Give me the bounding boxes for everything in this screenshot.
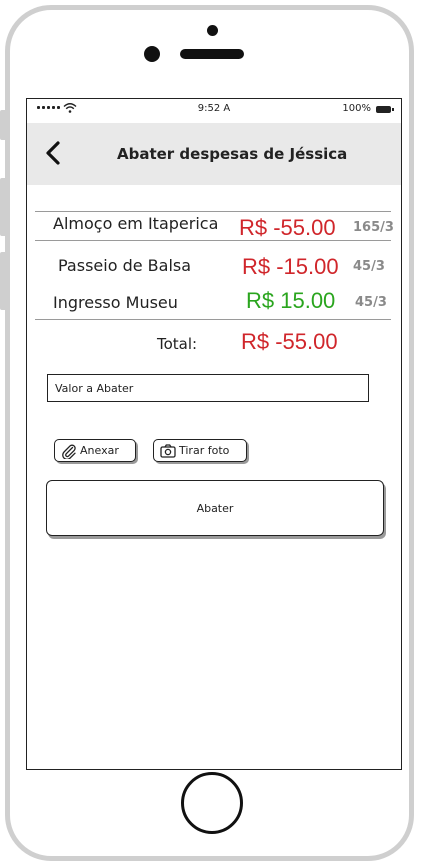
total-label: Total: xyxy=(157,335,198,353)
amount-input[interactable] xyxy=(47,374,369,402)
list-divider xyxy=(35,211,391,212)
expense-value: R$ 15.00 xyxy=(246,288,336,313)
home-button[interactable] xyxy=(181,772,243,834)
expense-name: Almoço em Itaperica xyxy=(53,214,219,233)
page-title: Abater despesas de Jéssica xyxy=(117,145,348,163)
submit-button-label: Abater xyxy=(196,501,234,515)
earpiece-speaker xyxy=(180,49,244,59)
take-photo-button[interactable]: Tirar foto xyxy=(153,439,247,462)
expense-split: 45/3 xyxy=(355,295,387,310)
mute-switch xyxy=(0,110,6,140)
camera-icon xyxy=(160,443,176,458)
list-divider xyxy=(35,319,391,320)
volume-up-button xyxy=(0,178,6,236)
status-bar: 9:52 A 100% xyxy=(27,99,401,123)
chevron-left-icon[interactable] xyxy=(43,140,65,166)
attach-button-label: Anexar xyxy=(80,444,119,457)
list-divider xyxy=(35,240,391,241)
total-value: R$ -55.00 xyxy=(241,329,338,354)
navigation-bar: Abater despesas de Jéssica xyxy=(27,123,401,185)
expense-split: 45/3 xyxy=(353,259,385,274)
battery-percentage: 100% xyxy=(342,103,371,114)
screen: 9:52 A 100% Abater despesas de Jéssica A… xyxy=(26,98,402,770)
submit-button[interactable]: Abater xyxy=(46,480,384,536)
expense-name: Passeio de Balsa xyxy=(58,256,192,275)
proximity-sensor xyxy=(207,25,218,36)
expense-name: Ingresso Museu xyxy=(53,293,178,312)
expense-value: R$ -15.00 xyxy=(242,254,339,279)
take-photo-button-label: Tirar foto xyxy=(179,444,230,457)
front-camera xyxy=(144,46,160,62)
expense-split: 165/3 xyxy=(353,220,394,235)
expense-value: R$ -55.00 xyxy=(239,215,336,240)
volume-down-button xyxy=(0,252,6,310)
paperclip-icon xyxy=(62,444,76,459)
battery-icon xyxy=(376,106,394,113)
attach-button[interactable]: Anexar xyxy=(54,439,136,462)
